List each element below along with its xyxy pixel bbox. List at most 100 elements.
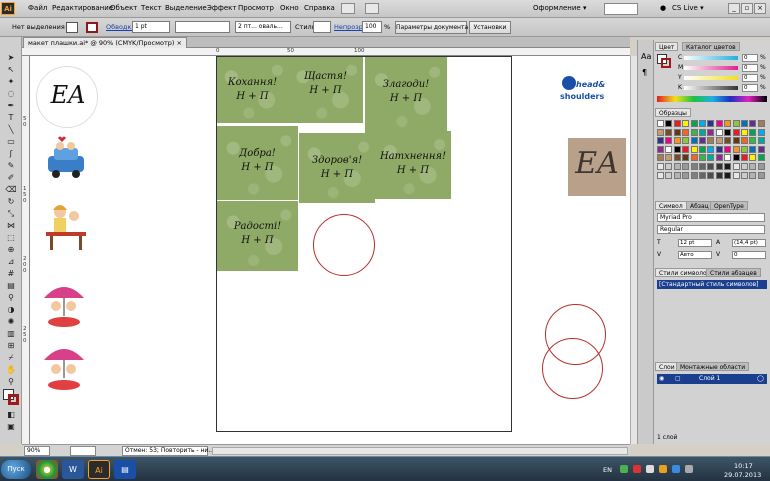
canvas[interactable]: EA Кохання! Н + П Щастя! Н + П Злагоди! … [30, 56, 630, 444]
color-swatch[interactable] [665, 171, 673, 179]
card-happiness[interactable]: Щастя! Н + П [288, 57, 363, 123]
line-tool-icon[interactable]: ╲ [3, 125, 19, 135]
color-swatch[interactable] [699, 120, 706, 127]
document-setup-button[interactable]: Параметры документа [395, 21, 468, 34]
color-swatch[interactable] [682, 120, 690, 127]
color-swatch[interactable] [715, 171, 723, 179]
column-graph-icon[interactable]: ▥ [3, 329, 19, 339]
menu-window[interactable]: Окно [280, 4, 299, 12]
color-swatch[interactable] [682, 171, 690, 179]
umbrella-sticker-2[interactable] [38, 340, 90, 394]
color-stroke-icon[interactable] [661, 58, 671, 68]
menu-help[interactable]: Справка [304, 4, 335, 12]
color-swatch[interactable] [682, 163, 690, 170]
color-swatch[interactable] [715, 154, 723, 162]
scale-tool-icon[interactable]: ⤡ [3, 209, 19, 219]
color-swatch[interactable] [749, 154, 757, 162]
card-harmony[interactable]: Злагоди! Н + П [365, 57, 447, 133]
color-swatch[interactable] [707, 120, 715, 127]
color-swatch[interactable] [657, 145, 664, 153]
chrome-icon[interactable]: ● [36, 460, 58, 479]
color-swatch[interactable] [657, 120, 664, 127]
color-swatch[interactable] [724, 120, 732, 127]
color-swatch[interactable] [757, 171, 765, 179]
black-slider[interactable] [684, 86, 738, 90]
artboard[interactable]: Кохання! Н + П Щастя! Н + П Злагоди! Н +… [216, 56, 512, 432]
color-swatch[interactable] [732, 120, 740, 127]
color-swatch[interactable] [665, 163, 673, 170]
leading-field[interactable]: (14,4 pt) [732, 239, 766, 247]
color-swatch[interactable] [673, 171, 681, 179]
horizontal-ruler[interactable]: 0 50 100 [22, 48, 630, 56]
color-swatch[interactable] [657, 163, 664, 170]
color-swatch[interactable] [715, 163, 723, 170]
color-swatch[interactable] [707, 154, 715, 162]
monogram-texture[interactable]: EA [568, 138, 626, 196]
color-swatch[interactable] [707, 128, 715, 136]
yellow-slider[interactable] [684, 76, 738, 80]
color-swatch[interactable] [741, 163, 748, 170]
swatch-grid[interactable] [657, 120, 767, 182]
umbrella-sticker[interactable] [38, 276, 90, 330]
tab-swatches[interactable]: Образцы [655, 108, 691, 117]
color-mode-icon[interactable]: ◧ [3, 410, 19, 420]
artboard-tool-icon[interactable]: ⊞ [3, 341, 19, 351]
color-swatch[interactable] [657, 154, 664, 162]
color-swatch[interactable] [724, 171, 732, 179]
color-swatch[interactable] [757, 163, 765, 170]
font-family-dropdown[interactable]: Myriad Pro [657, 213, 765, 222]
free-transform-icon[interactable]: ⬚ [3, 233, 19, 243]
font-style-dropdown[interactable]: Regular [657, 225, 765, 234]
color-swatch[interactable] [715, 120, 723, 127]
tracking-field[interactable]: 0 [732, 251, 766, 259]
save-icon[interactable]: ▤ [114, 460, 136, 479]
zoom-field[interactable]: 90% [24, 446, 50, 456]
fill-swatch[interactable] [66, 22, 78, 33]
clock-time[interactable]: 10:17 [734, 462, 753, 470]
cyan-slider[interactable] [684, 56, 738, 60]
tray-power-icon[interactable] [685, 465, 693, 473]
color-swatch[interactable] [699, 171, 706, 179]
magenta-field[interactable]: 0 [742, 64, 758, 72]
color-swatch[interactable] [699, 154, 706, 162]
color-swatch[interactable] [757, 145, 765, 153]
layer-target-icon[interactable]: ◯ [757, 374, 764, 384]
tab-paragraph[interactable]: Абзац [686, 201, 713, 210]
help-search-input[interactable] [604, 3, 638, 15]
zoom-tool-icon[interactable]: ⚲ [3, 377, 19, 387]
eraser-icon[interactable]: ⌫ [3, 185, 19, 195]
color-swatch[interactable] [741, 154, 748, 162]
tray-update-icon[interactable] [659, 465, 667, 473]
car-sticker[interactable] [38, 132, 94, 188]
eyedropper-icon[interactable]: ⚲ [3, 293, 19, 303]
color-swatch[interactable] [749, 163, 757, 170]
tab-color[interactable]: Цвет [655, 42, 679, 51]
color-swatch[interactable] [732, 171, 740, 179]
color-swatch[interactable] [690, 171, 698, 179]
color-swatch[interactable] [665, 120, 673, 127]
color-swatch[interactable] [724, 145, 732, 153]
color-swatch[interactable] [732, 145, 740, 153]
color-swatch[interactable] [657, 128, 664, 136]
cyan-field[interactable]: 0 [742, 54, 758, 62]
menu-view[interactable]: Просмотр [238, 4, 274, 12]
color-swatch[interactable] [690, 154, 698, 162]
tab-paragraph-styles[interactable]: Стили абзацев [706, 268, 761, 277]
close-tab-icon[interactable]: × [176, 39, 181, 47]
card-love[interactable]: Кохання! Н + П [217, 57, 288, 123]
layer-row[interactable]: ◉ ▢ Слой 1 ◯ [657, 374, 767, 384]
color-swatch[interactable] [715, 145, 723, 153]
stroke-weight-field[interactable]: 1 pt [132, 21, 170, 33]
black-field[interactable]: 0 [742, 84, 758, 92]
menu-select[interactable]: Выделение [165, 4, 207, 12]
color-swatch[interactable] [724, 154, 732, 162]
color-swatch[interactable] [699, 163, 706, 170]
color-swatch[interactable] [690, 128, 698, 136]
table-sticker[interactable] [38, 196, 94, 260]
cs-live-button[interactable]: CS Live ▾ [672, 4, 704, 12]
color-swatch[interactable] [741, 120, 748, 127]
language-indicator[interactable]: EN [603, 466, 612, 474]
gradient-tool-icon[interactable]: ▤ [3, 281, 19, 291]
color-swatch[interactable] [707, 145, 715, 153]
color-swatch[interactable] [690, 163, 698, 170]
